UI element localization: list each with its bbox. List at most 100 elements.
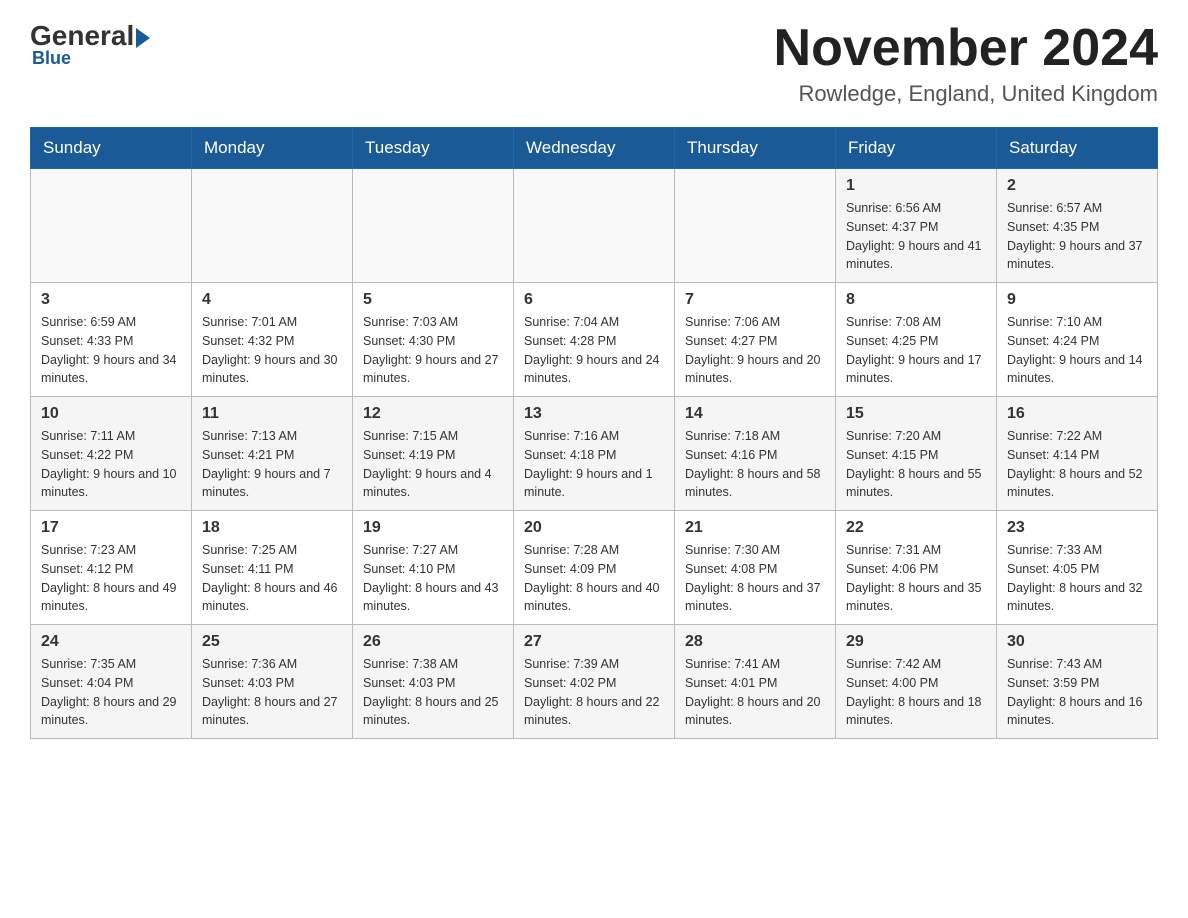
day-number: 25	[202, 633, 342, 651]
week-row-3: 10Sunrise: 7:11 AM Sunset: 4:22 PM Dayli…	[31, 397, 1158, 511]
day-number: 27	[524, 633, 664, 651]
calendar-cell: 23 Sunrise: 7:33 AM Sunset: 4:05 PM Dayli…	[997, 511, 1158, 625]
day-number: 11	[202, 405, 342, 423]
calendar-cell: 10Sunrise: 7:11 AM Sunset: 4:22 PM Dayli…	[31, 397, 192, 511]
day-number: 21	[685, 519, 825, 537]
day-info: Sunrise: 7:01 AM Sunset: 4:32 PM Dayligh…	[202, 313, 342, 388]
day-number: 23	[1007, 519, 1147, 537]
calendar-cell: 13 Sunrise: 7:16 AM Sunset: 4:18 PM Dayli…	[514, 397, 675, 511]
day-info: Sunrise: 7:23 AM Sunset: 4:12 PM Dayligh…	[41, 541, 181, 616]
day-number: 3	[41, 291, 181, 309]
day-info: Sunrise: 7:22 AM Sunset: 4:14 PM Dayligh…	[1007, 427, 1147, 502]
day-number: 12	[363, 405, 503, 423]
calendar-cell: 9Sunrise: 7:10 AM Sunset: 4:24 PM Daylig…	[997, 283, 1158, 397]
calendar-cell	[675, 169, 836, 283]
day-number: 10	[41, 405, 181, 423]
day-number: 18	[202, 519, 342, 537]
header-row: Sunday Monday Tuesday Wednesday Thursday…	[31, 128, 1158, 169]
logo-blue: Blue	[32, 48, 71, 69]
title-section: November 2024 Rowledge, England, United …	[774, 20, 1158, 107]
day-number: 7	[685, 291, 825, 309]
day-info: Sunrise: 6:59 AM Sunset: 4:33 PM Dayligh…	[41, 313, 181, 388]
day-info: Sunrise: 7:20 AM Sunset: 4:15 PM Dayligh…	[846, 427, 986, 502]
calendar-cell: 1 Sunrise: 6:56 AM Sunset: 4:37 PM Daylig…	[836, 169, 997, 283]
day-number: 14	[685, 405, 825, 423]
calendar-table: Sunday Monday Tuesday Wednesday Thursday…	[30, 127, 1158, 739]
calendar-cell: 5 Sunrise: 7:03 AM Sunset: 4:30 PM Daylig…	[353, 283, 514, 397]
day-number: 5	[363, 291, 503, 309]
day-number: 2	[1007, 177, 1147, 195]
calendar-cell	[353, 169, 514, 283]
day-info: Sunrise: 7:08 AM Sunset: 4:25 PM Dayligh…	[846, 313, 986, 388]
day-info: Sunrise: 7:35 AM Sunset: 4:04 PM Dayligh…	[41, 655, 181, 730]
week-row-5: 24Sunrise: 7:35 AM Sunset: 4:04 PM Dayli…	[31, 625, 1158, 739]
col-monday: Monday	[192, 128, 353, 169]
calendar-cell: 18 Sunrise: 7:25 AM Sunset: 4:11 PM Dayli…	[192, 511, 353, 625]
calendar-cell	[514, 169, 675, 283]
day-info: Sunrise: 7:36 AM Sunset: 4:03 PM Dayligh…	[202, 655, 342, 730]
day-info: Sunrise: 7:33 AM Sunset: 4:05 PM Dayligh…	[1007, 541, 1147, 616]
day-number: 30	[1007, 633, 1147, 651]
day-info: Sunrise: 7:18 AM Sunset: 4:16 PM Dayligh…	[685, 427, 825, 502]
day-info: Sunrise: 7:16 AM Sunset: 4:18 PM Dayligh…	[524, 427, 664, 502]
day-info: Sunrise: 7:42 AM Sunset: 4:00 PM Dayligh…	[846, 655, 986, 730]
day-number: 15	[846, 405, 986, 423]
calendar-cell: 8Sunrise: 7:08 AM Sunset: 4:25 PM Daylig…	[836, 283, 997, 397]
day-number: 1	[846, 177, 986, 195]
week-row-1: 1 Sunrise: 6:56 AM Sunset: 4:37 PM Daylig…	[31, 169, 1158, 283]
week-row-2: 3 Sunrise: 6:59 AM Sunset: 4:33 PM Daylig…	[31, 283, 1158, 397]
logo-arrow-icon	[136, 28, 150, 48]
day-number: 28	[685, 633, 825, 651]
day-info: Sunrise: 7:43 AM Sunset: 3:59 PM Dayligh…	[1007, 655, 1147, 730]
day-number: 9	[1007, 291, 1147, 309]
calendar-cell: 2Sunrise: 6:57 AM Sunset: 4:35 PM Daylig…	[997, 169, 1158, 283]
month-title: November 2024	[774, 20, 1158, 77]
day-number: 6	[524, 291, 664, 309]
day-info: Sunrise: 7:31 AM Sunset: 4:06 PM Dayligh…	[846, 541, 986, 616]
day-info: Sunrise: 7:15 AM Sunset: 4:19 PM Dayligh…	[363, 427, 503, 502]
calendar-cell: 7 Sunrise: 7:06 AM Sunset: 4:27 PM Daylig…	[675, 283, 836, 397]
calendar-cell: 16 Sunrise: 7:22 AM Sunset: 4:14 PM Dayli…	[997, 397, 1158, 511]
col-saturday: Saturday	[997, 128, 1158, 169]
week-row-4: 17 Sunrise: 7:23 AM Sunset: 4:12 PM Dayli…	[31, 511, 1158, 625]
day-number: 13	[524, 405, 664, 423]
day-info: Sunrise: 7:06 AM Sunset: 4:27 PM Dayligh…	[685, 313, 825, 388]
day-number: 4	[202, 291, 342, 309]
logo: General Blue	[30, 20, 150, 69]
calendar-cell: 26 Sunrise: 7:38 AM Sunset: 4:03 PM Dayli…	[353, 625, 514, 739]
calendar-cell: 17 Sunrise: 7:23 AM Sunset: 4:12 PM Dayli…	[31, 511, 192, 625]
day-info: Sunrise: 6:56 AM Sunset: 4:37 PM Dayligh…	[846, 199, 986, 274]
day-number: 17	[41, 519, 181, 537]
day-number: 26	[363, 633, 503, 651]
calendar-cell: 3 Sunrise: 6:59 AM Sunset: 4:33 PM Daylig…	[31, 283, 192, 397]
day-info: Sunrise: 7:38 AM Sunset: 4:03 PM Dayligh…	[363, 655, 503, 730]
col-tuesday: Tuesday	[353, 128, 514, 169]
col-thursday: Thursday	[675, 128, 836, 169]
col-friday: Friday	[836, 128, 997, 169]
day-number: 22	[846, 519, 986, 537]
day-info: Sunrise: 7:27 AM Sunset: 4:10 PM Dayligh…	[363, 541, 503, 616]
calendar-cell: 24Sunrise: 7:35 AM Sunset: 4:04 PM Dayli…	[31, 625, 192, 739]
calendar-cell: 28 Sunrise: 7:41 AM Sunset: 4:01 PM Dayli…	[675, 625, 836, 739]
calendar-cell: 12 Sunrise: 7:15 AM Sunset: 4:19 PM Dayli…	[353, 397, 514, 511]
day-number: 29	[846, 633, 986, 651]
day-info: Sunrise: 7:39 AM Sunset: 4:02 PM Dayligh…	[524, 655, 664, 730]
day-info: Sunrise: 7:03 AM Sunset: 4:30 PM Dayligh…	[363, 313, 503, 388]
calendar-cell: 27 Sunrise: 7:39 AM Sunset: 4:02 PM Dayli…	[514, 625, 675, 739]
calendar-cell	[31, 169, 192, 283]
calendar-cell: 25 Sunrise: 7:36 AM Sunset: 4:03 PM Dayli…	[192, 625, 353, 739]
day-info: Sunrise: 7:30 AM Sunset: 4:08 PM Dayligh…	[685, 541, 825, 616]
day-info: Sunrise: 7:25 AM Sunset: 4:11 PM Dayligh…	[202, 541, 342, 616]
location: Rowledge, England, United Kingdom	[774, 81, 1158, 107]
calendar-cell: 19Sunrise: 7:27 AM Sunset: 4:10 PM Dayli…	[353, 511, 514, 625]
col-sunday: Sunday	[31, 128, 192, 169]
day-number: 20	[524, 519, 664, 537]
day-info: Sunrise: 7:28 AM Sunset: 4:09 PM Dayligh…	[524, 541, 664, 616]
calendar-cell: 21 Sunrise: 7:30 AM Sunset: 4:08 PM Dayli…	[675, 511, 836, 625]
day-info: Sunrise: 7:41 AM Sunset: 4:01 PM Dayligh…	[685, 655, 825, 730]
page-header: General Blue November 2024 Rowledge, Eng…	[30, 20, 1158, 107]
calendar-cell: 29 Sunrise: 7:42 AM Sunset: 4:00 PM Dayli…	[836, 625, 997, 739]
calendar-body: 1 Sunrise: 6:56 AM Sunset: 4:37 PM Daylig…	[31, 169, 1158, 739]
calendar-cell: 22 Sunrise: 7:31 AM Sunset: 4:06 PM Dayli…	[836, 511, 997, 625]
day-number: 16	[1007, 405, 1147, 423]
